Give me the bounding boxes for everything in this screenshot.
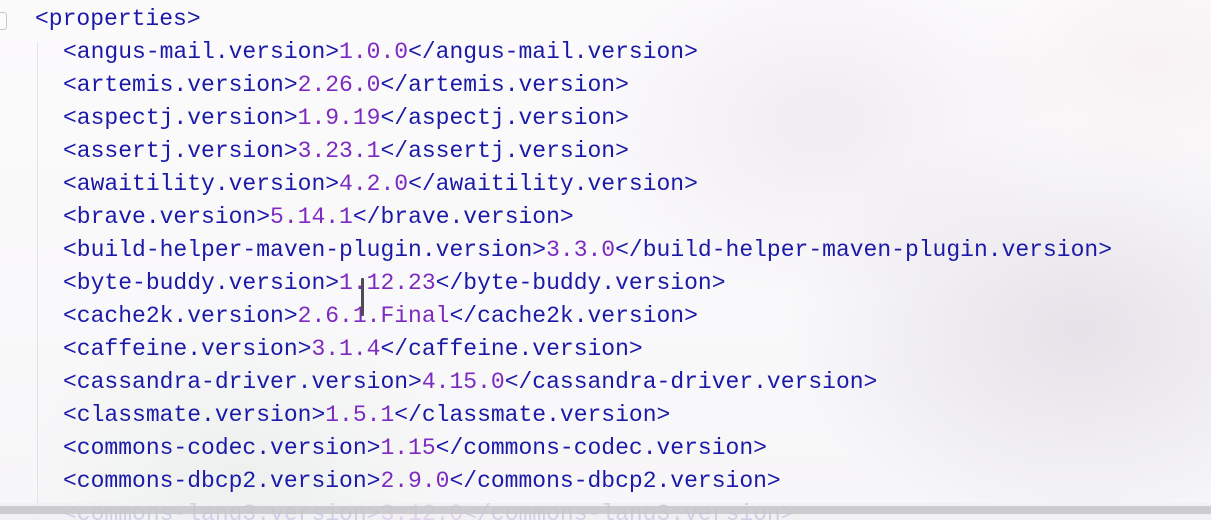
xml-open-tag: <byte-buddy.version> (63, 270, 340, 296)
scrollbar-thumb[interactable] (0, 506, 1211, 514)
property-value: 2.26.0 (297, 72, 381, 98)
xml-open-tag: <angus-mail.version> (63, 39, 340, 65)
property-value: 3.23.1 (297, 138, 381, 164)
xml-close-tag: </commons-codec.version> (435, 435, 767, 461)
xml-open-tag: <cache2k.version> (63, 303, 298, 329)
horizontal-scrollbar[interactable] (0, 503, 1211, 520)
property-value: 4.2.0 (339, 171, 409, 197)
property-value: 1.5.1 (325, 402, 395, 428)
xml-open-tag: <assertj.version> (63, 138, 298, 164)
code-line: <brave.version>5.14.1</brave.version> (35, 201, 1112, 234)
xml-close-tag: </awaitility.version> (408, 171, 698, 197)
xml-open-tag: <commons-dbcp2.version> (63, 468, 381, 494)
code-line: <classmate.version>1.5.1</classmate.vers… (35, 399, 1112, 432)
code-line: <cache2k.version>2.6.1.Final</cache2k.ve… (35, 300, 1112, 333)
xml-open-tag: <cassandra-driver.version> (63, 369, 422, 395)
xml-close-tag: </brave.version> (352, 204, 574, 230)
property-value: 2.9.0 (380, 468, 450, 494)
xml-close-tag: </caffeine.version> (380, 336, 643, 362)
xml-open-tag: <caffeine.version> (63, 336, 312, 362)
xml-close-tag: </byte-buddy.version> (435, 270, 726, 296)
property-value: 1.0.0 (339, 39, 409, 65)
xml-close-tag: </cassandra-driver.version> (504, 369, 878, 395)
property-value: 4.15.0 (421, 369, 505, 395)
property-value: 1.12.23 (339, 270, 436, 296)
code-editor[interactable]: <properties> <angus-mail.version>1.0.0</a… (35, 3, 1112, 520)
property-value: 1.9.19 (297, 105, 381, 131)
code-line: <assertj.version>3.23.1</assertj.version… (35, 135, 1112, 168)
xml-close-tag: </aspectj.version> (380, 105, 629, 131)
property-value: 1.15 (380, 435, 436, 461)
xml-close-tag: </build-helper-maven-plugin.version> (615, 237, 1112, 263)
editor-gutter[interactable] (0, 0, 26, 520)
xml-open-tag: <brave.version> (63, 204, 271, 230)
xml-open-tag: <aspectj.version> (63, 105, 298, 131)
code-line: <commons-dbcp2.version>2.9.0</commons-db… (35, 465, 1112, 498)
xml-close-tag: </cache2k.version> (449, 303, 698, 329)
xml-close-tag: </artemis.version> (380, 72, 629, 98)
code-line: <awaitility.version>4.2.0</awaitility.ve… (35, 168, 1112, 201)
property-value: 3.1.4 (311, 336, 381, 362)
property-value: 3.3.0 (546, 237, 616, 263)
xml-close-tag: </commons-dbcp2.version> (449, 468, 781, 494)
code-line: <cassandra-driver.version>4.15.0</cassan… (35, 366, 1112, 399)
property-value: 2.6.1.Final (297, 303, 450, 329)
code-line: <aspectj.version>1.9.19</aspectj.version… (35, 102, 1112, 135)
xml-open-tag: <commons-codec.version> (63, 435, 381, 461)
fold-marker-icon[interactable] (0, 12, 7, 30)
code-line: <angus-mail.version>1.0.0</angus-mail.ve… (35, 36, 1112, 69)
code-line: <commons-codec.version>1.15</commons-cod… (35, 432, 1112, 465)
code-line: <byte-buddy.version>1.12.23</byte-buddy.… (35, 267, 1112, 300)
xml-open-tag: <build-helper-maven-plugin.version> (63, 237, 547, 263)
code-line: <caffeine.version>3.1.4</caffeine.versio… (35, 333, 1112, 366)
xml-open-tag: <artemis.version> (63, 72, 298, 98)
xml-open-tag: <awaitility.version> (63, 171, 340, 197)
text-caret-icon (361, 278, 364, 316)
code-line: <artemis.version>2.26.0</artemis.version… (35, 69, 1112, 102)
xml-close-tag: </classmate.version> (394, 402, 671, 428)
code-line: <build-helper-maven-plugin.version>3.3.0… (35, 234, 1112, 267)
xml-close-tag: </angus-mail.version> (408, 39, 698, 65)
property-value: 5.14.1 (270, 204, 353, 230)
xml-close-tag: </assertj.version> (380, 138, 629, 164)
xml-open-tag: <classmate.version> (63, 402, 326, 428)
root-open-tag: <properties> (35, 6, 201, 32)
